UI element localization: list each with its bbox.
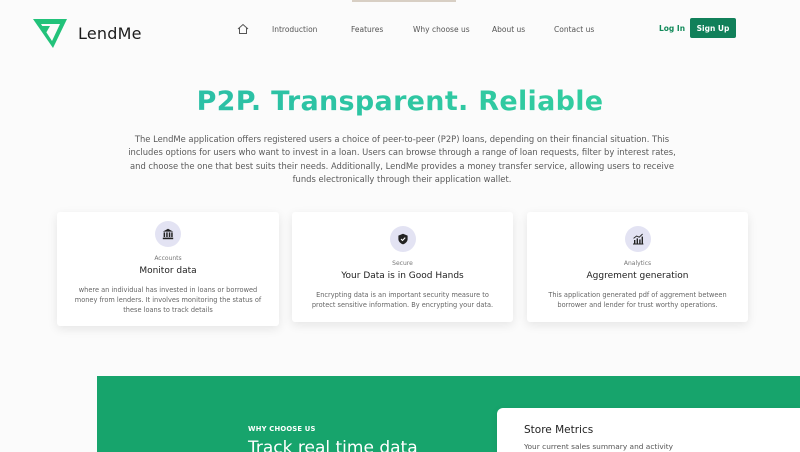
section-eyebrow: WHY CHOOSE US: [248, 425, 316, 433]
nav-contact-us[interactable]: Contact us: [554, 25, 594, 34]
card-tag: Accounts: [154, 255, 182, 262]
metrics-subtitle: Your current sales summary and activity: [524, 442, 674, 451]
card-title: Monitor data: [139, 266, 197, 276]
brand-logo[interactable]: LendMe: [33, 19, 142, 48]
card-description: Encrypting data is an important security…: [311, 291, 494, 309]
card-tag: Analytics: [623, 260, 652, 267]
metrics-title: Store Metrics: [524, 424, 594, 436]
card-icon-wrapper: [389, 226, 416, 252]
store-metrics-card: Store Metrics Your current sales summary…: [497, 408, 800, 452]
nav-introduction[interactable]: Introduction: [272, 25, 317, 34]
login-link[interactable]: Log In: [659, 24, 685, 33]
home-icon[interactable]: [237, 23, 249, 35]
card-title: Your Data is in Good Hands: [341, 271, 464, 281]
hero-title: P2P. Transparent. Reliable: [0, 86, 800, 117]
feature-card-monitor: Accounts Monitor data where an individua…: [57, 212, 279, 326]
section-title: Track real time data: [248, 438, 418, 452]
nav-why-choose-us[interactable]: Why choose us: [413, 25, 470, 34]
site-header: LendMe Introduction Features Why choose …: [0, 0, 800, 60]
signup-button[interactable]: Sign Up: [690, 18, 736, 38]
card-title: Aggrement generation: [586, 271, 689, 281]
card-icon-wrapper: [624, 226, 651, 252]
nav-features[interactable]: Features: [351, 25, 383, 34]
shield-icon: [397, 233, 408, 245]
hero-description: The LendMe application offers registered…: [128, 134, 676, 185]
nav-about-us[interactable]: About us: [492, 25, 525, 34]
card-description: This application generated pdf of aggrem…: [548, 291, 727, 309]
chart-icon: [632, 233, 643, 245]
card-description: where an individual has invested in loan…: [74, 286, 262, 314]
feature-card-analytics: Analytics Aggrement generation This appl…: [527, 212, 748, 322]
lendme-logo-icon: [33, 19, 67, 48]
bank-icon: [162, 228, 174, 240]
feature-card-secure: Secure Your Data is in Good Hands Encryp…: [292, 212, 513, 322]
brand-name: LendMe: [78, 24, 142, 43]
card-icon-wrapper: [155, 221, 181, 247]
card-tag: Secure: [392, 260, 413, 267]
